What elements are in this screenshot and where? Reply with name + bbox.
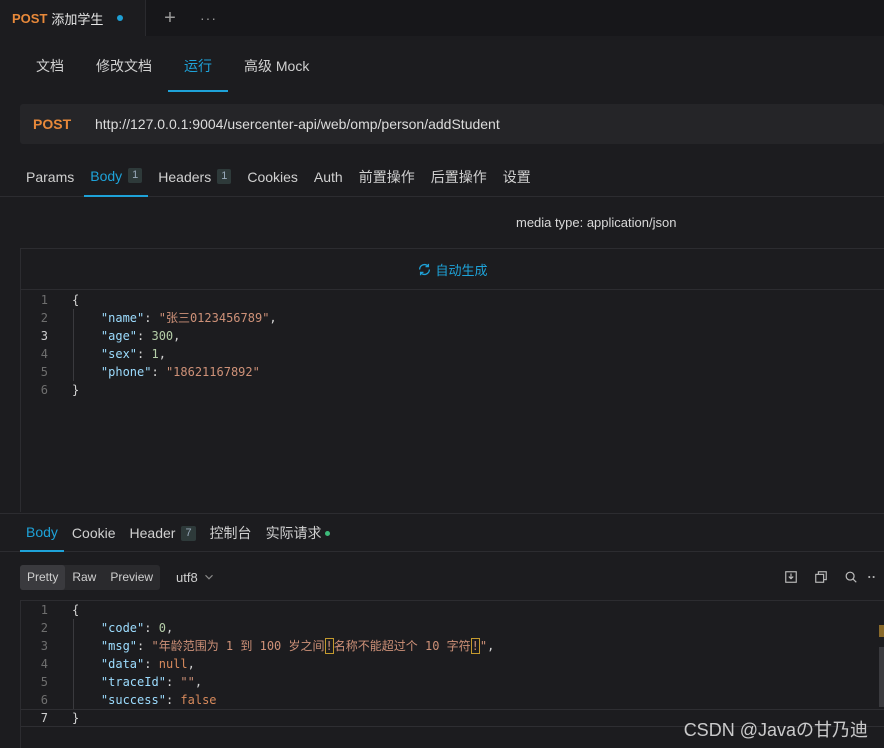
tab-post-ops[interactable]: 后置操作	[425, 156, 493, 197]
code-line: 1{	[40, 603, 80, 617]
encoding-value: utf8	[176, 569, 198, 585]
auto-generate-label: 自动生成	[435, 262, 488, 278]
tab-title: 添加学生	[51, 11, 104, 27]
copy-icon[interactable]	[806, 567, 836, 587]
encoding-select[interactable]: utf8	[176, 570, 216, 585]
view-bar: Pretty Raw Preview utf8	[20, 564, 884, 590]
resp-tab-actual-request[interactable]: 实际请求	[260, 514, 336, 552]
resp-header-count-badge: 7	[181, 525, 196, 541]
tab-settings-label: 设置	[502, 168, 531, 185]
tab-body[interactable]: Body 1	[84, 156, 149, 197]
tab-add-student[interactable]: POST 添加学生	[0, 0, 146, 36]
resp-tab-body[interactable]: Body	[20, 514, 64, 552]
resp-tab-console-label: 控制台	[209, 525, 252, 541]
code-line: 3 "msg": "年龄范围为 1 到 100 岁之间!名称不能超过个 10 字…	[40, 638, 495, 654]
subnav-run[interactable]: 运行	[168, 44, 228, 92]
resp-tab-body-label: Body	[26, 524, 58, 540]
tab-params[interactable]: Params	[20, 156, 80, 197]
body-count-badge: 1	[128, 168, 143, 183]
code-line: 4 "data": null,	[40, 657, 195, 671]
special-char-highlight: !	[324, 638, 334, 654]
chevron-down-icon	[204, 574, 213, 580]
tab-method: POST	[12, 10, 48, 26]
code-line: 1{	[40, 293, 80, 307]
scrollbar-marker	[879, 625, 884, 637]
watermark: CSDN @Javaの甘乃迪	[683, 720, 868, 740]
request-body-editor[interactable]: 自动生成 1{ 2 "name": "张三0123456789", 3 "age…	[20, 248, 884, 512]
tab-headers-label: Headers	[158, 168, 212, 185]
code-line: 5 "phone": "18621167892"	[40, 365, 260, 379]
code-line: 4 "sex": 1,	[40, 347, 166, 361]
add-tab-icon[interactable]: +	[160, 7, 180, 30]
subnav-mock[interactable]: 高级 Mock	[228, 44, 325, 92]
code-line: 2 "code": 0,	[40, 621, 174, 635]
tab-body-label: Body	[90, 167, 123, 184]
code-line: 5 "traceId": "",	[40, 675, 203, 689]
search-icon[interactable]	[836, 567, 866, 587]
code-line: 2 "name": "张三0123456789",	[40, 311, 277, 325]
view-mode-switch: Pretty Raw Preview	[20, 564, 161, 590]
more-icon[interactable]: ···	[200, 10, 217, 26]
media-type-label: media type: application/json	[516, 215, 677, 230]
subnav-doc[interactable]: 文档	[20, 44, 80, 92]
download-icon[interactable]	[776, 567, 806, 587]
url-bar: POST http://127.0.0.1:9004/usercenter-ap…	[20, 104, 884, 144]
resp-tab-cookie[interactable]: Cookie	[66, 514, 122, 552]
tab-settings[interactable]: 设置	[497, 156, 537, 197]
tab-cookies-label: Cookies	[247, 168, 298, 185]
scrollbar-thumb[interactable]	[879, 647, 884, 707]
more-options-icon[interactable]	[866, 567, 884, 587]
resp-tab-actual-label: 实际请求	[265, 525, 322, 541]
code-line: 6 "success": false	[40, 693, 217, 707]
subnav-edit-doc[interactable]: 修改文档	[80, 44, 168, 92]
special-char-highlight: !	[470, 638, 480, 654]
unsaved-dot-icon	[117, 15, 124, 21]
view-pretty[interactable]: Pretty	[20, 564, 66, 590]
view-preview[interactable]: Preview	[103, 565, 160, 590]
resp-tab-header[interactable]: Header 7	[124, 514, 202, 552]
view-raw[interactable]: Raw	[65, 565, 103, 590]
response-code: 1{ 2 "code": 0, 3 "msg": "年龄范围为 1 到 100 …	[21, 601, 884, 727]
tab-post-ops-label: 后置操作	[430, 168, 487, 185]
tab-bar: POST 添加学生 + ···	[0, 0, 884, 36]
method-select[interactable]: POST	[33, 116, 95, 132]
headers-count-badge: 1	[217, 169, 232, 184]
tab-params-label: Params	[26, 168, 75, 185]
request-tabs: Params Body 1 Headers 1 Cookies Auth 前置操作 …	[0, 156, 884, 197]
tab-cookies[interactable]: Cookies	[241, 156, 304, 197]
resp-tab-header-label: Header	[129, 525, 176, 541]
auto-generate-button[interactable]: 自动生成	[21, 249, 884, 290]
tab-pre-ops[interactable]: 前置操作	[353, 156, 421, 197]
sub-nav: 文档 修改文档 运行 高级 Mock	[20, 44, 325, 92]
tab-auth-label: Auth	[313, 168, 343, 185]
request-code: 1{ 2 "name": "张三0123456789", 3 "age": 30…	[21, 291, 884, 399]
tab-headers[interactable]: Headers 1	[152, 156, 237, 197]
resp-tab-cookie-label: Cookie	[71, 525, 116, 541]
resp-tab-console[interactable]: 控制台	[204, 514, 258, 552]
tab-auth[interactable]: Auth	[308, 156, 349, 197]
code-line: 6}	[40, 383, 80, 397]
response-tools	[776, 567, 884, 587]
status-dot-icon	[324, 530, 330, 536]
url-input[interactable]: http://127.0.0.1:9004/usercenter-api/web…	[95, 116, 500, 132]
code-line: 3 "age": 300,	[40, 329, 181, 343]
response-tabs: Body Cookie Header 7 控制台 实际请求	[0, 513, 884, 552]
refresh-icon	[419, 263, 431, 275]
tab-pre-ops-label: 前置操作	[358, 168, 415, 185]
